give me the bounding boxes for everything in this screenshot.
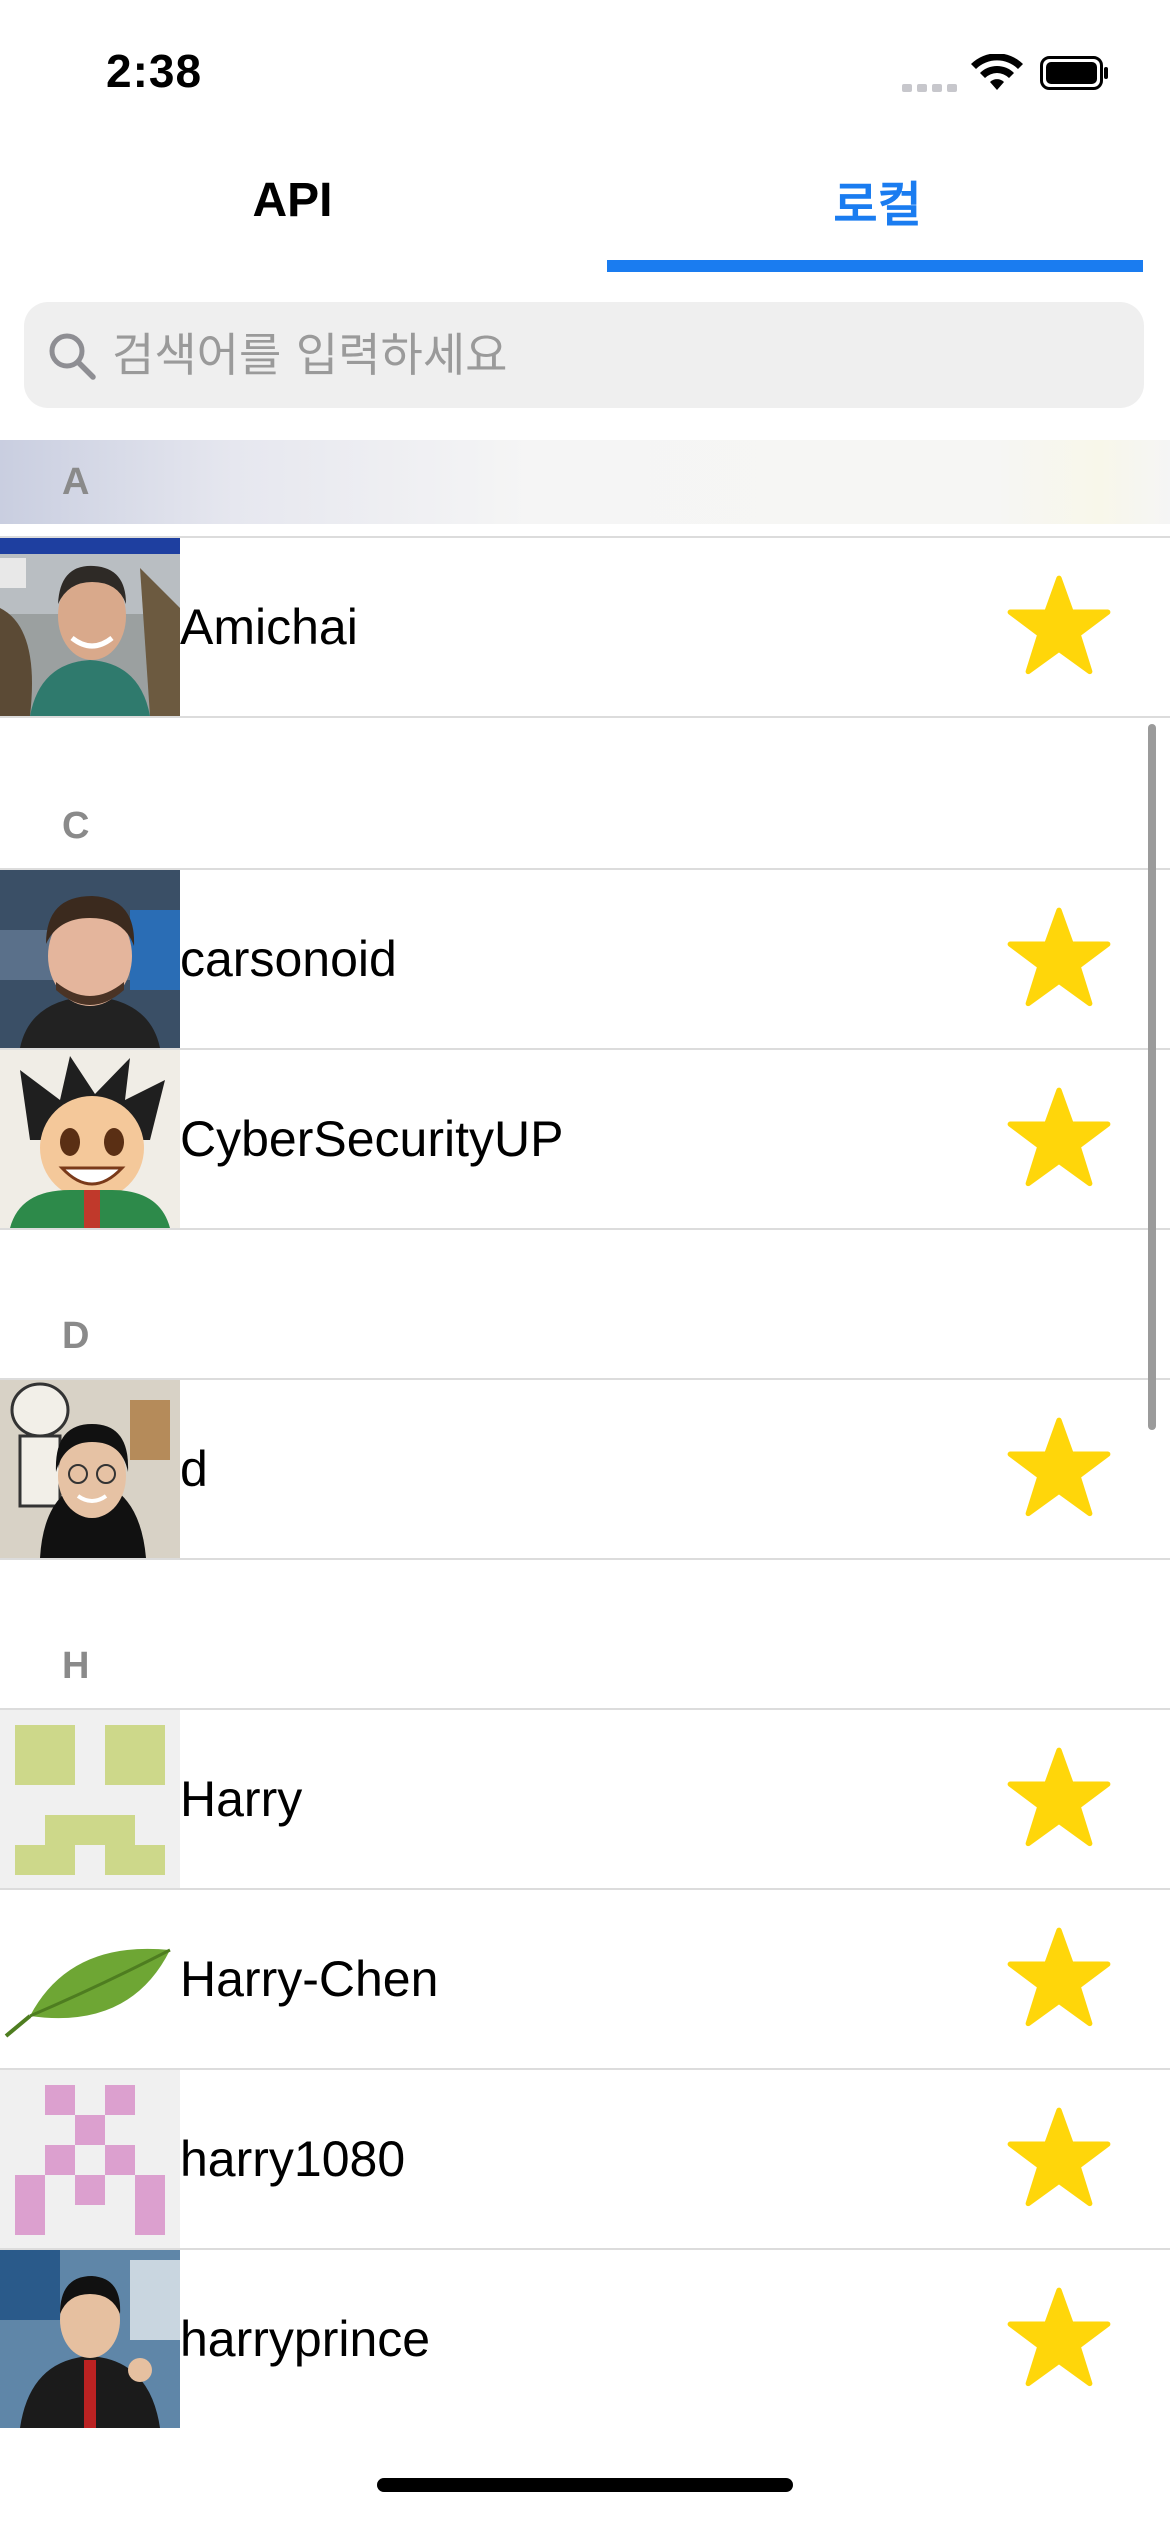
user-name: harry1080	[180, 2131, 406, 2187]
star-icon[interactable]	[1006, 1746, 1112, 1852]
avatar	[0, 870, 180, 1048]
avatar	[0, 1710, 180, 1888]
star-icon[interactable]	[1006, 2106, 1112, 2212]
section-header-d: D	[0, 1294, 1170, 1378]
star-icon[interactable]	[1006, 2286, 1112, 2392]
battery-icon	[1040, 56, 1108, 90]
status-time: 2:38	[106, 45, 203, 97]
user-row-d[interactable]: d	[0, 1380, 1170, 1558]
section-letter: D	[62, 1315, 90, 1357]
section-header-c: C	[0, 784, 1170, 868]
section-letter: H	[62, 1645, 90, 1687]
avatar	[0, 1380, 180, 1558]
section-letter: C	[62, 805, 90, 847]
user-name: Harry	[180, 1771, 303, 1827]
star-icon[interactable]	[1006, 906, 1112, 1012]
user-name: harryprince	[180, 2311, 431, 2367]
user-row-amichai[interactable]: Amichai	[0, 538, 1170, 716]
cellular-signal-icon	[902, 84, 958, 92]
user-name: d	[180, 1441, 208, 1497]
avatar	[0, 2070, 180, 2248]
user-name: CyberSecurityUP	[180, 1111, 564, 1167]
tab-api[interactable]: API	[0, 140, 585, 260]
user-name: carsonoid	[180, 931, 397, 987]
search-bar	[24, 302, 1144, 408]
vertical-scrollbar[interactable]	[1148, 724, 1156, 1430]
user-name: Amichai	[180, 599, 358, 655]
user-row-cybersecurityup[interactable]: CyberSecurityUP	[0, 1050, 1170, 1228]
section-header-h: H	[0, 1624, 1170, 1708]
star-icon[interactable]	[1006, 1416, 1112, 1522]
user-row-harryprince[interactable]: harryprince	[0, 2250, 1170, 2428]
tab-local[interactable]: 로컬	[585, 140, 1170, 260]
star-icon[interactable]	[1006, 574, 1112, 680]
wifi-icon	[971, 54, 1023, 90]
avatar	[0, 538, 180, 716]
status-bar: 2:38	[0, 0, 1170, 140]
user-row-harry[interactable]: Harry	[0, 1710, 1170, 1888]
search-input[interactable]	[112, 302, 1112, 408]
section-header-a: A	[0, 440, 1170, 524]
avatar	[0, 1050, 180, 1228]
star-icon[interactable]	[1006, 1086, 1112, 1192]
star-icon[interactable]	[1006, 1926, 1112, 2032]
home-indicator[interactable]	[377, 2478, 793, 2492]
tab-bar: API 로컬	[0, 140, 1170, 272]
user-row-harry-chen[interactable]: Harry-Chen	[0, 1890, 1170, 2068]
search-icon	[49, 333, 96, 380]
divider	[0, 716, 1170, 718]
section-letter: A	[62, 461, 90, 503]
avatar	[0, 2250, 180, 2428]
divider	[0, 1228, 1170, 1230]
selected-tab-indicator	[607, 260, 1143, 272]
avatar	[0, 1890, 180, 2068]
divider	[0, 1558, 1170, 1560]
user-name: Harry-Chen	[180, 1951, 439, 2007]
user-row-carsonoid[interactable]: carsonoid	[0, 870, 1170, 1048]
user-row-harry1080[interactable]: harry1080	[0, 2070, 1170, 2248]
